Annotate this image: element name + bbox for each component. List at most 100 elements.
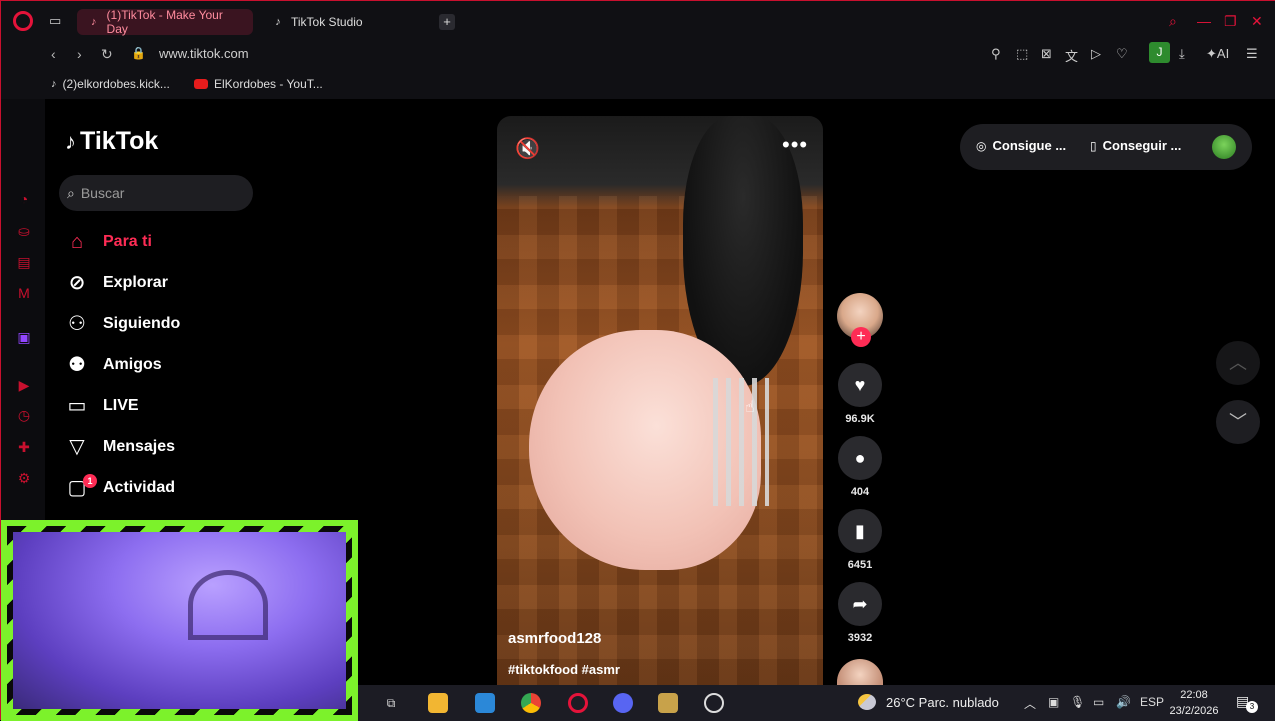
webcam-bed-headboard — [188, 570, 268, 640]
get-coins-button[interactable]: ◎ Consigue ... — [976, 138, 1066, 153]
maximize-icon[interactable]: ❐ — [1224, 13, 1237, 30]
tiktok-favicon-icon: ♪ — [91, 16, 97, 28]
league-icon[interactable] — [658, 693, 678, 713]
settings-gear-icon[interactable]: ⚙ — [15, 470, 33, 488]
temperature: 26°C — [886, 694, 916, 710]
bookmark-kick[interactable]: ♪ (2)elkordobes.kick... — [51, 77, 170, 91]
messages-icon: ▽ — [69, 436, 85, 458]
nav-label: LIVE — [103, 397, 139, 414]
nav-label: Explorar — [103, 274, 168, 291]
save-button[interactable]: ▮ — [838, 509, 882, 553]
network-icon[interactable]: ▭ — [1093, 695, 1104, 709]
follow-plus-icon[interactable]: + — [851, 327, 871, 347]
search-tabs-icon[interactable]: ⌕ — [1169, 13, 1177, 30]
user-avatar[interactable] — [1212, 135, 1236, 159]
nav-label: Para ti — [103, 233, 152, 250]
aria-icon[interactable]: ◔ — [15, 191, 33, 209]
pin-icon[interactable]: ⚲ — [991, 46, 1001, 62]
adblock-icon[interactable]: ⊠ — [1041, 46, 1052, 62]
lock-icon[interactable]: 🔒 — [131, 46, 146, 60]
crypto-wallet-icon[interactable]: ⛀ — [15, 223, 33, 241]
opera-taskbar-icon[interactable] — [568, 693, 588, 713]
tab-tiktok[interactable]: ♪ (1)TikTok - Make Your Day — [77, 8, 253, 36]
reload-icon[interactable]: ↻ — [101, 46, 113, 63]
live-icon: ▭ — [67, 395, 87, 417]
clock[interactable]: 22:08 23/2/2026 — [1163, 687, 1225, 719]
translate-icon[interactable]: 文 — [1065, 46, 1078, 65]
twitch-icon[interactable]: ▣ — [15, 329, 33, 347]
comment-button[interactable]: ● — [838, 436, 882, 480]
task-view-icon[interactable]: ⧉ — [381, 693, 401, 713]
previous-video-button[interactable]: ︿ — [1216, 341, 1260, 385]
easy-setup-icon[interactable]: ☰ — [1246, 46, 1258, 62]
clock-date: 23/2/2026 — [1169, 705, 1219, 717]
next-creator-avatar[interactable] — [837, 659, 883, 685]
logo-text: TikTok — [80, 127, 159, 155]
video-hashtags[interactable]: #tiktokfood #asmr — [508, 662, 620, 677]
search-bar[interactable]: ⌕ — [59, 175, 253, 211]
minimize-icon[interactable]: — — [1197, 13, 1211, 29]
volume-icon[interactable]: 🔊 — [1116, 695, 1131, 709]
video-username[interactable]: asmrfood128 — [508, 630, 601, 647]
get-app-button[interactable]: ▯ Conseguir ... — [1090, 138, 1181, 153]
opera-logo-icon[interactable] — [13, 11, 33, 31]
nav-explorar[interactable]: ⊘ Explorar — [65, 268, 168, 298]
store-icon[interactable] — [475, 693, 495, 713]
profile-avatar[interactable]: J — [1149, 42, 1170, 63]
video-player[interactable]: 🔇 ••• asmrfood128 #tiktokfood #asmr — [497, 116, 823, 685]
bookmark-youtube[interactable]: ElKordobes - YouT... — [194, 77, 323, 91]
snapshot-icon[interactable]: ⬚ — [1016, 46, 1028, 62]
nav-amigos[interactable]: ⚉ Amigos — [65, 350, 162, 380]
download-icon[interactable]: ⤓ — [1179, 46, 1185, 62]
nav-para-ti[interactable]: ⌂ Para ti — [65, 227, 152, 257]
weather-widget[interactable]: 26°C Parc. nublado — [858, 694, 999, 710]
share-button[interactable]: ➦ — [838, 582, 882, 626]
search-input[interactable] — [80, 185, 231, 201]
share-count: 3932 — [847, 632, 873, 644]
webcam-feed — [13, 532, 346, 709]
history-icon[interactable]: ◷ — [15, 407, 33, 425]
notification-center-icon[interactable]: ▤ 3 — [1236, 693, 1258, 713]
hand-cursor-icon: ☝ — [745, 399, 755, 416]
next-video-button[interactable]: ﹀ — [1216, 400, 1260, 444]
clock-time: 22:08 — [1180, 689, 1208, 701]
mute-icon[interactable]: 🔇 — [515, 136, 540, 161]
gmail-icon[interactable]: M — [15, 285, 33, 303]
language-indicator[interactable]: ESP — [1140, 695, 1164, 709]
discord-icon[interactable] — [613, 693, 633, 713]
nav-label: Siguiendo — [103, 315, 181, 332]
browser-window: ▭ ♪ (1)TikTok - Make Your Day ♪ TikTok S… — [0, 0, 1275, 721]
chrome-icon[interactable] — [521, 693, 541, 713]
extensions-icon[interactable]: ✚ — [15, 439, 33, 457]
tiktok-logo[interactable]: ♪ TikTok — [65, 127, 158, 156]
like-button[interactable]: ♥ — [838, 363, 882, 407]
microphone-icon[interactable]: 🎙 — [1070, 695, 1085, 709]
video-frame-fork — [713, 378, 769, 506]
nav-actividad[interactable]: ▢ 1 Actividad — [65, 473, 175, 503]
nav-mensajes[interactable]: ▽ Mensajes — [65, 432, 175, 462]
play-circle-icon[interactable]: ▶ — [15, 377, 33, 395]
nav-live[interactable]: ▭ LIVE — [65, 391, 139, 421]
new-tab-button[interactable]: + — [439, 14, 455, 30]
tab-islands-icon[interactable]: ▭ — [49, 13, 67, 29]
nav-siguiendo[interactable]: ⚇ Siguiendo — [65, 309, 180, 339]
heart-icon[interactable]: ♡ — [1116, 46, 1128, 62]
save-count: 6451 — [847, 559, 873, 571]
youtube-icon — [194, 79, 208, 89]
player-icon[interactable]: ▤ — [15, 254, 33, 272]
more-options-icon[interactable]: ••• — [782, 132, 808, 158]
tray-chevron-icon[interactable]: ︿ — [1024, 695, 1036, 712]
tiktok-note-icon: ♪ — [65, 128, 76, 154]
meet-icon[interactable]: ▣ — [1048, 695, 1059, 709]
notification-badge: 1 — [83, 474, 97, 488]
url-field[interactable]: www.tiktok.com — [159, 46, 249, 61]
close-icon[interactable]: ✕ — [1251, 13, 1263, 30]
file-explorer-icon[interactable] — [428, 693, 448, 713]
ai-button[interactable]: ✦AI — [1206, 46, 1229, 62]
play-icon[interactable]: ▷ — [1091, 46, 1101, 62]
get-coins-label: Consigue ... — [992, 138, 1067, 153]
forward-icon[interactable]: › — [77, 46, 82, 62]
back-icon[interactable]: ‹ — [51, 46, 56, 62]
tab-tiktok-studio[interactable]: ♪ TikTok Studio — [261, 9, 431, 35]
obs-icon[interactable] — [704, 693, 724, 713]
